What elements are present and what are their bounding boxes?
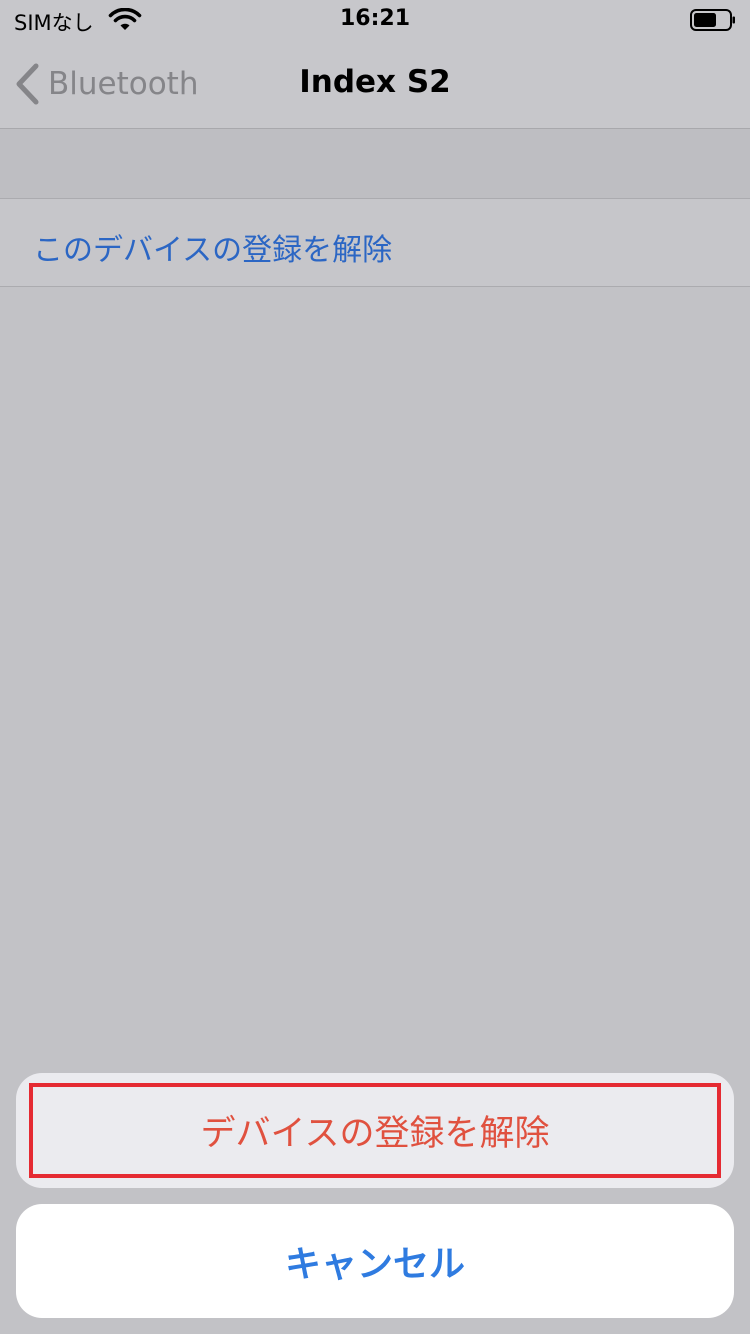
battery-icon xyxy=(690,9,735,31)
navigation-bar: Bluetooth Index S2 xyxy=(0,40,750,129)
clock: 16:21 xyxy=(339,6,411,31)
forget-device-label: このデバイスの登録を解除 xyxy=(33,233,393,268)
section-spacer xyxy=(0,129,750,198)
forget-device-confirm-button[interactable]: デバイスの登録を解除 xyxy=(29,1083,721,1178)
status-bar: SIMなし 16:21 xyxy=(0,0,750,40)
cancel-button[interactable]: キャンセル xyxy=(16,1204,734,1318)
page-title: Index S2 xyxy=(299,64,451,100)
action-sheet: デバイスの登録を解除 xyxy=(16,1073,734,1188)
forget-device-row[interactable]: このデバイスの登録を解除 xyxy=(0,198,750,287)
